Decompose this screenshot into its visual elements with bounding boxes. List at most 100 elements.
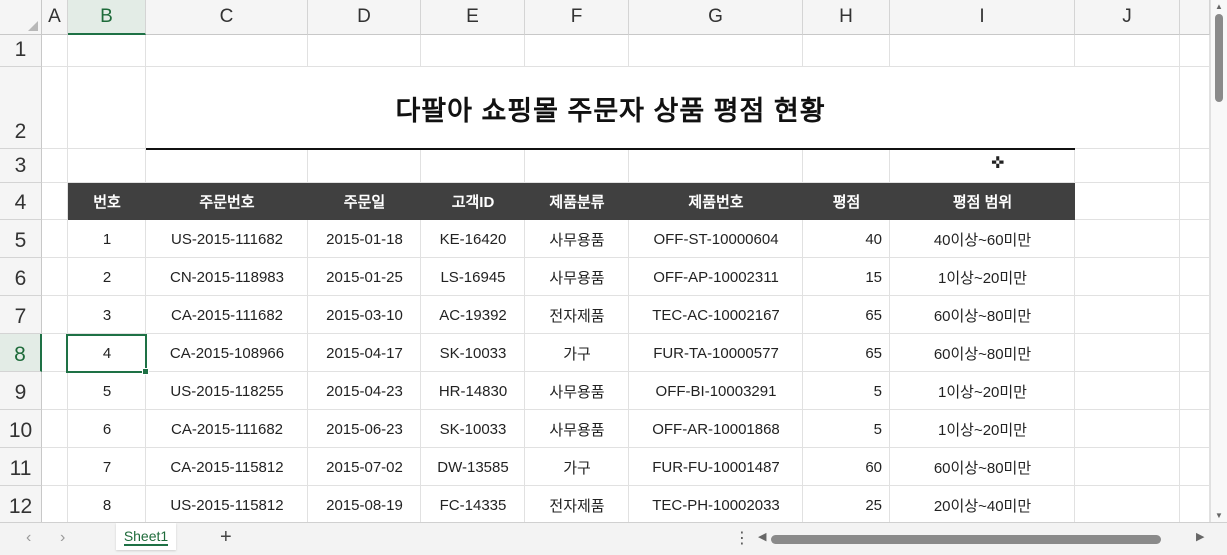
vertical-scroll-thumb[interactable] bbox=[1215, 14, 1223, 102]
table-cell[interactable]: 5 bbox=[803, 410, 890, 448]
table-cell[interactable]: 전자제품 bbox=[525, 486, 629, 522]
table-cell[interactable]: 가구 bbox=[525, 334, 629, 372]
row-header-9[interactable]: 9 bbox=[0, 372, 42, 410]
table-cell[interactable]: 40이상~60미만 bbox=[890, 220, 1075, 258]
table-cell[interactable]: 6 bbox=[68, 410, 146, 448]
table-cell[interactable]: AC-19392 bbox=[421, 296, 525, 334]
table-cell[interactable]: FC-14335 bbox=[421, 486, 525, 522]
table-cell[interactable]: 65 bbox=[803, 296, 890, 334]
table-cell[interactable]: FUR-TA-10000577 bbox=[629, 334, 803, 372]
table-cell[interactable]: 60이상~80미만 bbox=[890, 296, 1075, 334]
table-header-cell[interactable]: 제품분류 bbox=[525, 183, 629, 220]
sheet-title[interactable]: 다팔아 쇼핑몰 주문자 상품 평점 현황 bbox=[146, 67, 1075, 149]
active-cell-selection[interactable] bbox=[66, 334, 149, 375]
table-cell[interactable]: CA-2015-111682 bbox=[146, 410, 308, 448]
table-header-cell[interactable]: 제품번호 bbox=[629, 183, 803, 220]
table-cell[interactable]: 2015-04-17 bbox=[308, 334, 421, 372]
table-cell[interactable]: 5 bbox=[803, 372, 890, 410]
row-header-12[interactable]: 12 bbox=[0, 486, 42, 522]
table-cell[interactable]: 8 bbox=[68, 486, 146, 522]
add-sheet-button[interactable]: + bbox=[220, 526, 232, 549]
table-cell[interactable]: FUR-FU-10001487 bbox=[629, 448, 803, 486]
table-cell[interactable]: US-2015-118255 bbox=[146, 372, 308, 410]
table-header-cell[interactable]: 고객ID bbox=[421, 183, 525, 220]
table-cell[interactable]: 2015-03-10 bbox=[308, 296, 421, 334]
table-header-cell[interactable]: 주문일 bbox=[308, 183, 421, 220]
row-header-5[interactable]: 5 bbox=[0, 220, 42, 258]
prev-sheet-icon[interactable]: ‹ bbox=[26, 529, 31, 547]
row-header-7[interactable]: 7 bbox=[0, 296, 42, 334]
horizontal-scroll-thumb[interactable] bbox=[771, 535, 1161, 544]
row-header-4[interactable]: 4 bbox=[0, 183, 42, 220]
column-header-f[interactable]: F bbox=[525, 0, 629, 35]
table-cell[interactable]: 25 bbox=[803, 486, 890, 522]
table-cell[interactable]: 65 bbox=[803, 334, 890, 372]
row-header-3[interactable]: 3 bbox=[0, 149, 42, 183]
table-cell[interactable]: OFF-ST-10000604 bbox=[629, 220, 803, 258]
scroll-down-icon[interactable]: ▼ bbox=[1215, 511, 1223, 520]
table-cell[interactable]: HR-14830 bbox=[421, 372, 525, 410]
table-cell[interactable]: US-2015-115812 bbox=[146, 486, 308, 522]
more-options-icon[interactable]: ⋮ bbox=[734, 528, 750, 548]
table-header-cell[interactable]: 주문번호 bbox=[146, 183, 308, 220]
table-cell[interactable]: OFF-BI-10003291 bbox=[629, 372, 803, 410]
table-cell[interactable]: 2 bbox=[68, 258, 146, 296]
table-header-cell[interactable]: 평점 범위 bbox=[890, 183, 1075, 220]
column-header-c[interactable]: C bbox=[146, 0, 308, 35]
table-cell[interactable]: LS-16945 bbox=[421, 258, 525, 296]
table-cell[interactable]: DW-13585 bbox=[421, 448, 525, 486]
next-sheet-icon[interactable]: › bbox=[60, 529, 65, 547]
table-cell[interactable]: 20이상~40미만 bbox=[890, 486, 1075, 522]
table-cell[interactable]: 2015-01-18 bbox=[308, 220, 421, 258]
row-header-8[interactable]: 8 bbox=[0, 334, 42, 372]
table-cell[interactable]: 사무용품 bbox=[525, 258, 629, 296]
table-cell[interactable]: 5 bbox=[68, 372, 146, 410]
table-cell[interactable]: CA-2015-111682 bbox=[146, 296, 308, 334]
table-cell[interactable]: 1이상~20미만 bbox=[890, 410, 1075, 448]
table-cell[interactable]: 1이상~20미만 bbox=[890, 258, 1075, 296]
table-header-cell[interactable]: 평점 bbox=[803, 183, 890, 220]
table-cell[interactable]: TEC-PH-10002033 bbox=[629, 486, 803, 522]
scroll-left-icon[interactable]: ◀ bbox=[758, 530, 766, 543]
column-header-g[interactable]: G bbox=[629, 0, 803, 35]
table-cell[interactable]: KE-16420 bbox=[421, 220, 525, 258]
row-header-1[interactable]: 1 bbox=[0, 35, 42, 67]
table-cell[interactable]: CN-2015-118983 bbox=[146, 258, 308, 296]
column-header-d[interactable]: D bbox=[308, 0, 421, 35]
table-cell[interactable]: 가구 bbox=[525, 448, 629, 486]
scroll-right-icon[interactable]: ▶ bbox=[1196, 530, 1204, 543]
table-cell[interactable]: 3 bbox=[68, 296, 146, 334]
table-cell[interactable]: 사무용품 bbox=[525, 410, 629, 448]
sheet-tab-sheet1[interactable]: Sheet1 bbox=[116, 523, 176, 550]
table-cell[interactable]: 1 bbox=[68, 220, 146, 258]
column-header-j[interactable]: J bbox=[1075, 0, 1180, 35]
select-all-corner[interactable] bbox=[0, 0, 42, 35]
table-cell[interactable]: US-2015-111682 bbox=[146, 220, 308, 258]
column-header-i[interactable]: I bbox=[890, 0, 1075, 35]
table-cell[interactable]: SK-10033 bbox=[421, 410, 525, 448]
spreadsheet-grid[interactable]: ABCDEFGHIJ 1 2 3 4 5 6 7 8 9 10 11 12 다팔아 쇼핑몰 주문자 상… bbox=[0, 0, 1210, 522]
table-cell[interactable]: 사무용품 bbox=[525, 220, 629, 258]
table-cell[interactable]: OFF-AR-10001868 bbox=[629, 410, 803, 448]
table-cell[interactable]: 1이상~20미만 bbox=[890, 372, 1075, 410]
table-cell[interactable]: 15 bbox=[803, 258, 890, 296]
table-cell[interactable]: 사무용품 bbox=[525, 372, 629, 410]
column-header-a[interactable]: A bbox=[42, 0, 68, 35]
row-header-6[interactable]: 6 bbox=[0, 258, 42, 296]
table-cell[interactable]: 2015-06-23 bbox=[308, 410, 421, 448]
table-cell[interactable]: 40 bbox=[803, 220, 890, 258]
table-cell[interactable]: 전자제품 bbox=[525, 296, 629, 334]
table-cell[interactable]: 60 bbox=[803, 448, 890, 486]
table-cell[interactable]: 2015-08-19 bbox=[308, 486, 421, 522]
table-cell[interactable]: OFF-AP-10002311 bbox=[629, 258, 803, 296]
table-cell[interactable]: 60이상~80미만 bbox=[890, 448, 1075, 486]
table-cell[interactable]: 2015-01-25 bbox=[308, 258, 421, 296]
table-cell[interactable]: CA-2015-108966 bbox=[146, 334, 308, 372]
table-cell[interactable]: 2015-04-23 bbox=[308, 372, 421, 410]
column-header-e[interactable]: E bbox=[421, 0, 525, 35]
column-header-h[interactable]: H bbox=[803, 0, 890, 35]
scroll-up-icon[interactable]: ▲ bbox=[1215, 2, 1223, 11]
table-cell[interactable]: TEC-AC-10002167 bbox=[629, 296, 803, 334]
table-cell[interactable]: 7 bbox=[68, 448, 146, 486]
table-header-cell[interactable]: 번호 bbox=[68, 183, 146, 220]
